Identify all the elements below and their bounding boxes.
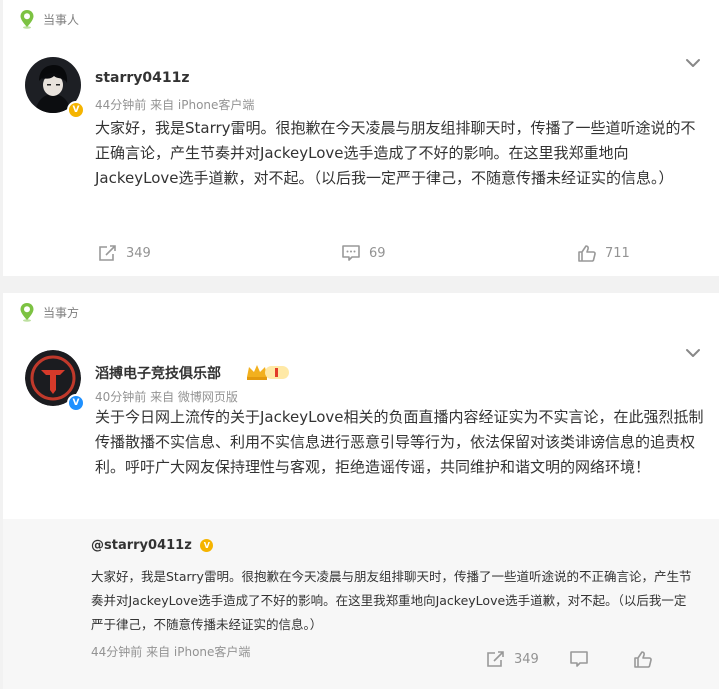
like-button[interactable] bbox=[633, 650, 661, 668]
repost-button[interactable]: 349 bbox=[486, 650, 539, 668]
repost-meta: 44分钟前 来自 iPhone客户端 bbox=[91, 645, 251, 659]
repost-count: 349 bbox=[126, 245, 151, 261]
post-text: 大家好，我是Starry雷明。很抱歉在今天凌晨与朋友组排聊天时，传播了一些道听途… bbox=[95, 119, 696, 187]
like-count: 711 bbox=[605, 245, 630, 261]
post-meta: 44分钟前 来自 iPhone客户端 bbox=[95, 98, 255, 112]
verified-badge-icon: V bbox=[67, 394, 85, 412]
like-button[interactable]: 711 bbox=[577, 244, 630, 262]
verified-badge-icon: V bbox=[67, 101, 85, 119]
post-tag-label: 当事方 bbox=[43, 305, 80, 320]
repost-box[interactable]: @starry0411z V 大家好，我是Starry雷明。很抱歉在今天凌晨与朋… bbox=[3, 519, 719, 689]
repost-username[interactable]: @starry0411z V bbox=[91, 538, 214, 553]
like-icon bbox=[634, 651, 652, 668]
username[interactable]: 滔搏电子竞技俱乐部 bbox=[95, 363, 221, 383]
chevron-down-icon[interactable] bbox=[685, 57, 701, 69]
repost-icon bbox=[99, 245, 116, 261]
comment-button[interactable] bbox=[569, 650, 597, 668]
post-tag: 当事人 bbox=[19, 9, 79, 29]
member-crown-icon[interactable] bbox=[245, 363, 291, 381]
location-pin-icon bbox=[20, 303, 34, 322]
post-tag: 当事方 bbox=[19, 302, 79, 322]
repost-icon bbox=[487, 651, 504, 667]
chevron-down-icon[interactable] bbox=[685, 347, 701, 359]
location-pin-icon bbox=[20, 10, 34, 29]
post-meta: 40分钟前 来自 微博网页版 bbox=[95, 390, 238, 404]
comment-count: 69 bbox=[369, 245, 386, 261]
repost-button[interactable]: 349 bbox=[98, 244, 151, 262]
post-card: 当事方 V 滔搏电子竞技俱乐部 40分钟前 来自 微博网页版 关于今日网上流传的… bbox=[3, 293, 719, 689]
post-text: 关于今日网上流传的关于JackeyLove相关的负面直播内容经证实为不实言论，在… bbox=[95, 408, 704, 476]
post-card: 当事人 V starry0411z 44分钟前 来自 iPhone客户端 大家好… bbox=[3, 0, 719, 276]
repost-username-text: @starry0411z bbox=[91, 538, 192, 553]
repost-text: 大家好，我是Starry雷明。很抱歉在今天凌晨与朋友组排聊天时，传播了一些道听途… bbox=[91, 569, 692, 632]
username[interactable]: starry0411z bbox=[95, 70, 190, 86]
comment-icon bbox=[342, 245, 360, 261]
comment-icon bbox=[570, 651, 588, 667]
repost-count: 349 bbox=[514, 651, 539, 667]
verified-badge-icon: V bbox=[200, 539, 214, 552]
like-icon bbox=[578, 245, 596, 262]
comment-button[interactable]: 69 bbox=[341, 244, 386, 262]
post-tag-label: 当事人 bbox=[43, 12, 80, 27]
